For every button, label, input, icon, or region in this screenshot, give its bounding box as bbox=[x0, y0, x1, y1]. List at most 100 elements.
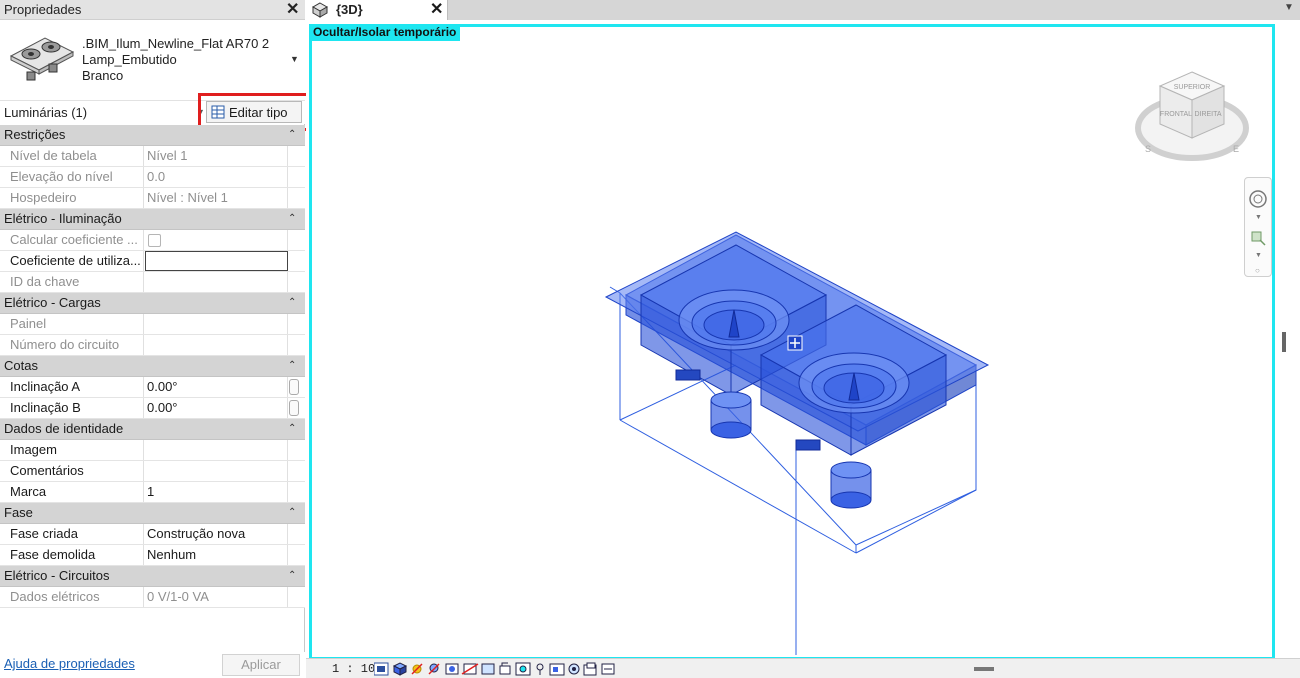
drag-handle-icon[interactable] bbox=[787, 335, 803, 351]
compass-east-label[interactable]: E bbox=[1233, 144, 1239, 154]
property-key: Painel bbox=[0, 314, 144, 334]
close-icon[interactable]: ✕ bbox=[286, 0, 299, 20]
calculate-checkbox[interactable] bbox=[148, 234, 161, 247]
steering-wheel-icon[interactable] bbox=[1245, 186, 1271, 212]
worksharing-icon[interactable] bbox=[568, 663, 580, 675]
crop-view-icon[interactable] bbox=[461, 663, 479, 675]
group-header-fase[interactable]: Fase ⌃ bbox=[0, 503, 305, 524]
group-header-cotas[interactable]: Cotas ⌃ bbox=[0, 356, 305, 377]
view-control-bar: 1 : 100 bbox=[306, 658, 1300, 678]
collapse-icon[interactable]: ⌃ bbox=[288, 293, 296, 313]
property-row[interactable]: Número do circuito bbox=[0, 335, 305, 356]
temporary-hide-isolate-icon[interactable] bbox=[515, 662, 531, 676]
group-header-eletrico-iluminacao[interactable]: Elétrico - Iluminação ⌃ bbox=[0, 209, 305, 230]
close-icon[interactable]: ✕ bbox=[430, 0, 443, 20]
property-row[interactable]: Fase criada Construção nova bbox=[0, 524, 305, 545]
detail-level-icon[interactable] bbox=[374, 662, 389, 676]
property-value[interactable]: Nenhum bbox=[145, 545, 288, 565]
property-row[interactable]: Hospedeiro Nível : Nível 1 bbox=[0, 188, 305, 209]
chevron-down-icon[interactable]: ▼ bbox=[1255, 252, 1262, 259]
tab-list-icon[interactable]: ▼ bbox=[1284, 2, 1294, 13]
group-header-eletrico-circuitos[interactable]: Elétrico - Circuitos ⌃ bbox=[0, 566, 305, 587]
viewcube[interactable]: SUPERIOR FRONTAL DIREITA S E bbox=[1134, 68, 1250, 168]
associate-parameter-button[interactable] bbox=[289, 379, 299, 395]
options-icon[interactable]: ○ bbox=[1255, 266, 1260, 275]
property-value[interactable]: Construção nova bbox=[145, 524, 288, 544]
shadows-icon[interactable] bbox=[428, 663, 440, 675]
navigation-bar: ▼ ▼ ○ bbox=[1244, 177, 1272, 277]
apply-button[interactable]: Aplicar bbox=[222, 654, 300, 676]
collapse-icon[interactable]: ⌃ bbox=[288, 209, 296, 229]
property-value: 0 V/1-0 VA bbox=[145, 587, 288, 607]
compass-south-label[interactable]: S bbox=[1145, 144, 1151, 154]
temporary-view-properties-icon[interactable] bbox=[549, 663, 565, 676]
property-row[interactable]: Elevação do nível 0.0 bbox=[0, 167, 305, 188]
property-row[interactable]: Marca 1 bbox=[0, 482, 305, 503]
collapse-icon[interactable]: ⌃ bbox=[288, 419, 296, 439]
property-row[interactable]: Fase demolida Nenhum bbox=[0, 545, 305, 566]
highlight-displacement-icon[interactable] bbox=[601, 663, 615, 675]
collapse-icon[interactable]: ⌃ bbox=[288, 566, 296, 586]
render-icon[interactable] bbox=[445, 663, 459, 675]
viewcube-top-label[interactable]: SUPERIOR bbox=[1174, 84, 1211, 91]
property-row[interactable]: Nível de tabela Nível 1 bbox=[0, 146, 305, 167]
property-value[interactable] bbox=[145, 461, 288, 481]
property-row[interactable]: ID da chave bbox=[0, 272, 305, 293]
collapse-icon[interactable]: ⌃ bbox=[288, 356, 296, 376]
property-key: Calcular coeficiente ... bbox=[0, 230, 144, 250]
group-header-dados-identidade[interactable]: Dados de identidade ⌃ bbox=[0, 419, 305, 440]
property-row[interactable]: Coeficiente de utiliza... bbox=[0, 251, 305, 272]
property-row[interactable]: Dados elétricos 0 V/1-0 VA bbox=[0, 587, 305, 608]
instance-filter-select[interactable]: Luminárias (1) bbox=[4, 105, 87, 120]
collapse-icon[interactable]: ⌃ bbox=[288, 503, 296, 523]
edit-type-button[interactable]: Editar tipo bbox=[206, 101, 302, 123]
chevron-down-icon[interactable]: ▼ bbox=[196, 107, 205, 117]
tab-3d-view[interactable]: {3D} ✕ bbox=[306, 0, 448, 20]
type-selector[interactable]: .BIM_Ilum_Newline_Flat AR70 2 Lamp_Embut… bbox=[0, 20, 305, 100]
property-value bbox=[145, 272, 288, 292]
chevron-down-icon[interactable]: ▼ bbox=[290, 54, 299, 64]
coefficient-input[interactable] bbox=[145, 251, 288, 271]
property-value[interactable]: 0.00° bbox=[145, 377, 288, 397]
type-name-line: Branco bbox=[82, 68, 124, 83]
property-key: Comentários bbox=[0, 461, 144, 481]
associate-parameter-button[interactable] bbox=[289, 400, 299, 416]
zoom-region-icon[interactable] bbox=[1245, 228, 1271, 250]
reveal-hidden-icon[interactable] bbox=[536, 663, 544, 675]
properties-footer: Ajuda de propriedades Aplicar bbox=[0, 652, 305, 678]
type-name-line: Lamp_Embutido bbox=[82, 52, 177, 67]
unlocked-3d-view-icon[interactable] bbox=[499, 662, 511, 675]
crop-region-icon[interactable] bbox=[481, 663, 495, 675]
property-value[interactable]: 1 bbox=[145, 482, 288, 502]
property-row[interactable]: Painel bbox=[0, 314, 305, 335]
luminaire-3d-model[interactable] bbox=[596, 205, 996, 655]
property-key: Inclinação A bbox=[0, 377, 144, 397]
group-header-restricoes[interactable]: Restrições ⌃ bbox=[0, 125, 305, 146]
visual-style-icon[interactable] bbox=[392, 662, 408, 676]
property-row[interactable]: Imagem bbox=[0, 440, 305, 461]
3d-viewport[interactable]: Ocultar/Isolar temporário SUPERIOR FRONT… bbox=[306, 20, 1300, 660]
property-row[interactable]: Inclinação A 0.00° bbox=[0, 377, 305, 398]
viewcube-right-label[interactable]: DIREITA bbox=[1194, 111, 1221, 118]
horizontal-scrollbar[interactable] bbox=[974, 667, 994, 671]
viewcube-front-label[interactable]: FRONTAL bbox=[1160, 111, 1192, 118]
property-value[interactable] bbox=[145, 440, 288, 460]
property-row[interactable]: Comentários bbox=[0, 461, 305, 482]
properties-title: Propriedades bbox=[4, 2, 82, 17]
property-value[interactable]: 0.00° bbox=[145, 398, 288, 418]
property-row[interactable]: Calcular coeficiente ... bbox=[0, 230, 305, 251]
property-key: Coeficiente de utiliza... bbox=[0, 251, 144, 271]
property-value: Nível : Nível 1 bbox=[145, 188, 288, 208]
sun-path-icon[interactable] bbox=[411, 663, 423, 675]
vertical-scrollbar[interactable] bbox=[1282, 332, 1286, 352]
property-key: Elevação do nível bbox=[0, 167, 144, 187]
collapse-icon[interactable]: ⌃ bbox=[288, 125, 296, 145]
group-title: Elétrico - Circuitos bbox=[4, 568, 110, 583]
3d-view-icon bbox=[312, 2, 328, 18]
property-row[interactable]: Inclinação B 0.00° bbox=[0, 398, 305, 419]
chevron-down-icon[interactable]: ▼ bbox=[1255, 214, 1262, 221]
group-header-eletrico-cargas[interactable]: Elétrico - Cargas ⌃ bbox=[0, 293, 305, 314]
show-analytical-model-icon[interactable] bbox=[583, 662, 597, 676]
properties-help-link[interactable]: Ajuda de propriedades bbox=[4, 656, 135, 671]
group-title: Fase bbox=[4, 505, 33, 520]
